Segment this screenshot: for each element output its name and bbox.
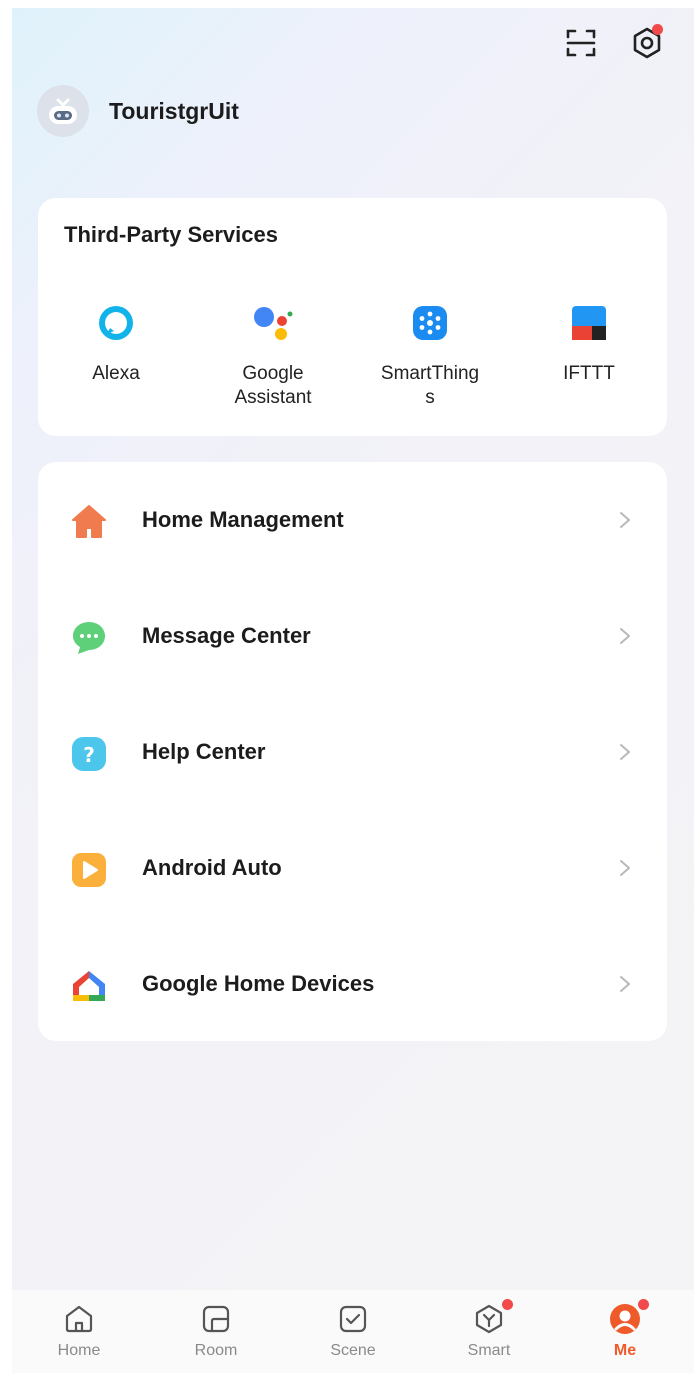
ifttt-icon [519,298,659,348]
menu-item-label: Message Center [142,623,311,648]
service-label: SmartThing s [380,363,480,408]
chevron-right-icon [620,744,630,760]
tab-me[interactable]: Me [580,1299,670,1360]
message-icon [70,619,108,657]
service-alexa[interactable]: Alexa [46,298,186,386]
menu-item-home-management[interactable]: Home Management [38,462,667,578]
service-smartthings[interactable]: SmartThing s [360,298,500,410]
menu-item-label: Android Auto [142,855,282,880]
room-tab-icon [171,1300,261,1338]
chevron-right-icon [620,976,630,992]
me-tab-icon [580,1299,670,1338]
android-auto-icon [70,851,108,889]
profile[interactable]: TouristgrUit [37,84,239,138]
tab-label: Home [57,1342,101,1359]
settings-icon[interactable] [630,24,664,60]
chevron-right-icon [620,628,630,644]
service-google-assistant[interactable]: Google Assistant [203,298,343,410]
notification-dot [652,24,663,35]
tab-room[interactable]: Room [171,1300,261,1360]
home-icon [70,503,108,541]
smart-tab-icon [444,1299,534,1338]
help-icon: ? [70,735,108,773]
scene-tab-icon [308,1300,398,1338]
third-party-services-card: Third-Party Services Alexa Google Assist… [38,198,667,436]
section-title: Third-Party Services [64,222,278,247]
google-home-icon [70,967,108,1005]
service-ifttt[interactable]: IFTTT [519,298,659,386]
google-assistant-icon [203,298,343,348]
menu-item-label: Home Management [142,507,344,532]
menu-item-label: Help Center [142,739,266,764]
smartthings-icon [360,298,500,348]
menu-item-google-home-devices[interactable]: Google Home Devices [38,926,667,1042]
service-label: Alexa [92,363,140,384]
tab-label: Scene [330,1342,376,1359]
tab-label: Room [194,1342,238,1359]
chevron-right-icon [620,860,630,876]
notification-dot [638,1299,649,1310]
notification-dot [502,1299,513,1310]
svg-text:?: ? [83,743,95,767]
chevron-right-icon [620,512,630,528]
alexa-icon [46,298,186,348]
me-screen: TouristgrUit Third-Party Services Alexa [12,8,694,1373]
username[interactable]: TouristgrUit [109,98,239,125]
avatar[interactable] [37,85,89,137]
menu-item-help-center[interactable]: ? Help Center [38,694,667,810]
service-label: Google Assistant [234,363,312,408]
home-tab-icon [34,1300,124,1338]
menu-item-message-center[interactable]: Message Center [38,578,667,694]
menu-item-android-auto[interactable]: Android Auto [38,810,667,926]
service-label: IFTTT [563,363,615,384]
bottom-tab-bar: Home Room Scene Smart Me [12,1290,694,1373]
scan-icon[interactable] [564,26,598,60]
tab-label: Smart [467,1342,511,1359]
tab-label: Me [613,1342,637,1359]
tab-scene[interactable]: Scene [308,1300,398,1360]
menu-item-label: Google Home Devices [142,971,375,996]
tab-smart[interactable]: Smart [444,1299,534,1360]
tab-home[interactable]: Home [34,1300,124,1360]
menu-card: Home Management Message Center ? Help Ce… [38,462,667,1041]
